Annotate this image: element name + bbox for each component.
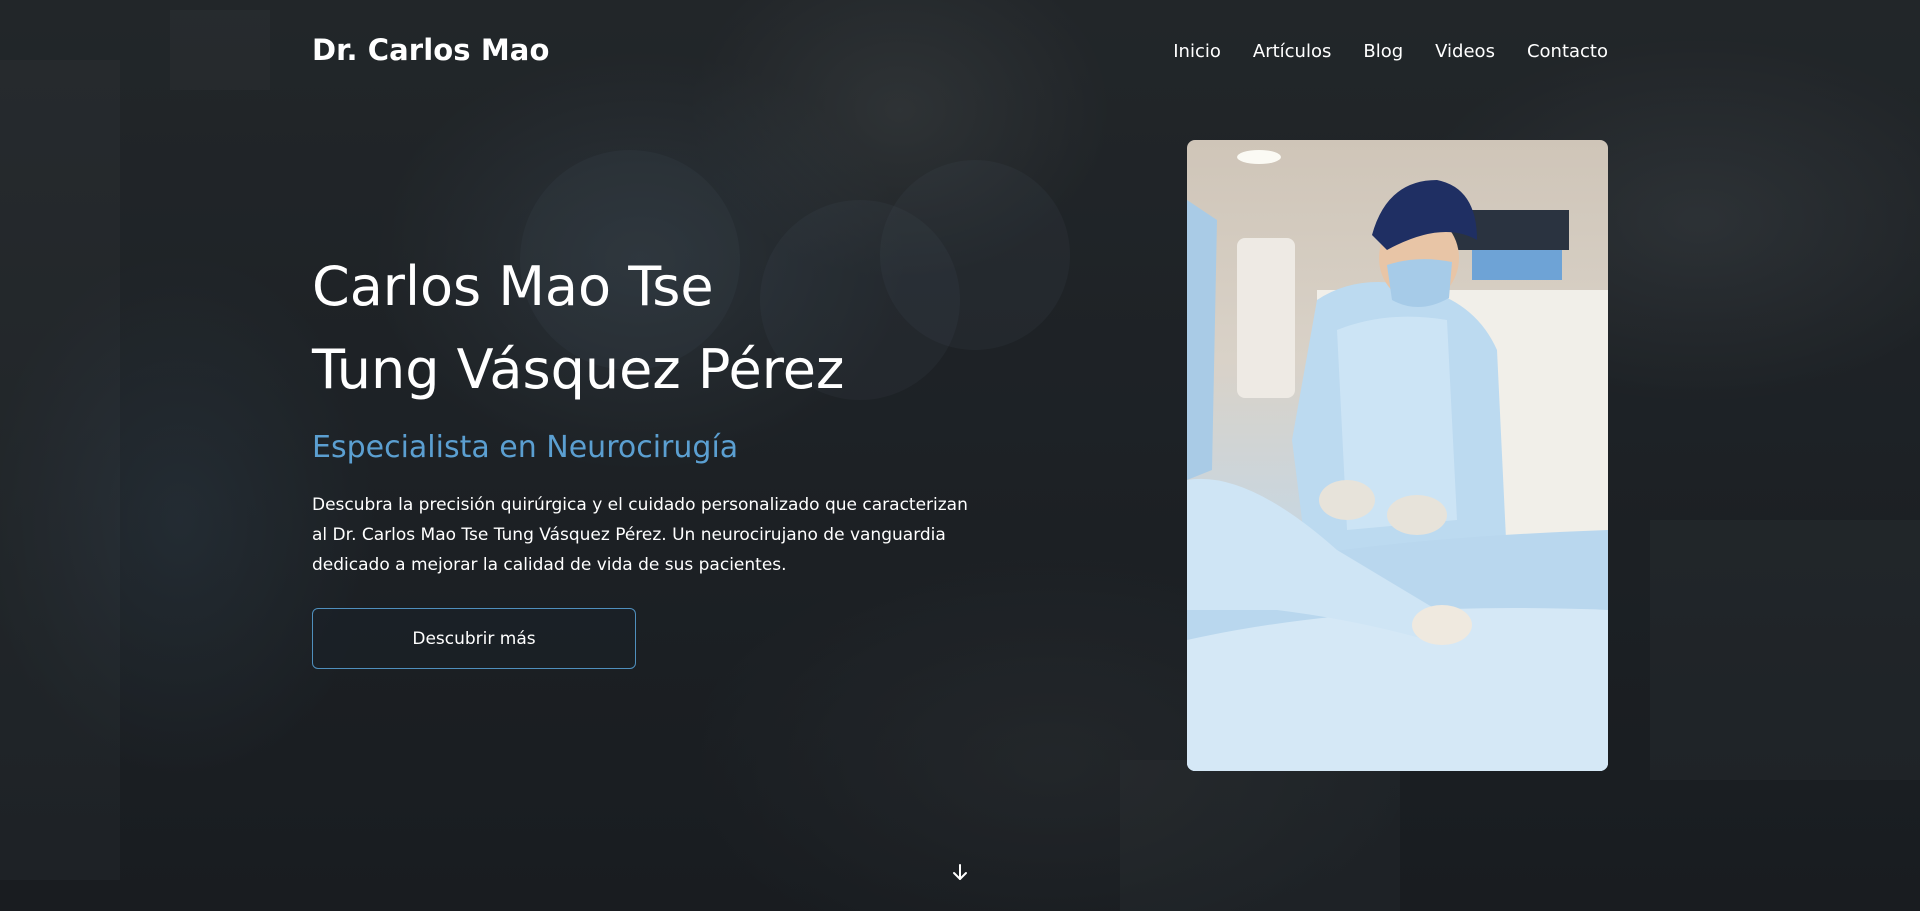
surgeon-illustration bbox=[1187, 150, 1608, 771]
site-brand[interactable]: Dr. Carlos Mao bbox=[312, 33, 549, 67]
hero-subtitle: Especialista en Neurocirugía bbox=[312, 430, 739, 465]
surgeon-photo bbox=[1187, 140, 1608, 771]
nav-link-contacto[interactable]: Contacto bbox=[1527, 41, 1608, 62]
main-nav: Inicio Artículos Blog Videos Contacto bbox=[1173, 41, 1608, 62]
hero-title-line-2: Tung Vásquez Pérez bbox=[312, 338, 845, 401]
discover-more-button[interactable]: Descubrir más bbox=[312, 608, 636, 669]
hero-title-line-1: Carlos Mao Tse bbox=[312, 255, 714, 318]
nav-link-articulos[interactable]: Artículos bbox=[1253, 41, 1331, 62]
nav-link-videos[interactable]: Videos bbox=[1435, 41, 1495, 62]
landing-page: Dr. Carlos Mao Inicio Artículos Blog Vid… bbox=[0, 0, 1920, 911]
hero-title: Carlos Mao Tse Tung Vásquez Pérez bbox=[312, 245, 932, 411]
arrow-down-icon[interactable] bbox=[950, 862, 970, 884]
background-overlay bbox=[0, 0, 1920, 911]
nav-link-blog[interactable]: Blog bbox=[1363, 41, 1403, 62]
nav-link-inicio[interactable]: Inicio bbox=[1173, 41, 1221, 62]
hero-description: Descubra la precisión quirúrgica y el cu… bbox=[312, 495, 968, 575]
